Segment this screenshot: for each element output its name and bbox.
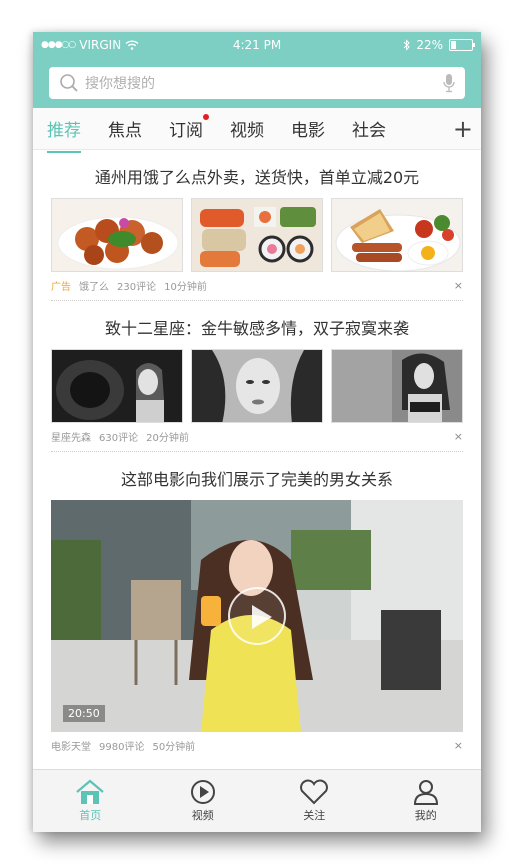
article-source: 电影天堂	[51, 742, 91, 753]
category-tabs: 推荐 焦点 订阅 视频 电影 社会 +	[33, 108, 481, 153]
user-icon	[413, 780, 438, 805]
close-icon[interactable]: ×	[454, 430, 463, 443]
comment-count: 230评论	[117, 282, 157, 293]
nav-profile[interactable]: 我的	[412, 779, 440, 823]
tab-subscribe[interactable]: 订阅	[169, 110, 209, 147]
close-icon[interactable]: ×	[454, 279, 463, 292]
phone-screen: ●●●○○ VIRGIN 4:21 PM 22% 搜你想搜的 推荐 焦点 订阅 …	[33, 32, 481, 832]
comment-count: 9980评论	[99, 742, 145, 753]
tab-movie[interactable]: 电影	[291, 110, 325, 147]
video-duration: 20:50	[63, 705, 105, 722]
article-title[interactable]: 这部电影向我们展示了完美的男女关系	[51, 452, 463, 500]
search-icon	[60, 74, 78, 92]
add-tab-button[interactable]: +	[453, 117, 473, 141]
portrait-image[interactable]	[51, 349, 183, 423]
status-bar: ●●●○○ VIRGIN 4:21 PM 22%	[33, 32, 481, 58]
tab-video[interactable]: 视频	[230, 110, 264, 147]
portrait-image[interactable]	[191, 349, 323, 423]
status-time: 4:21 PM	[232, 38, 282, 52]
article-title[interactable]: 通州用饿了么点外卖，送货快，首单立减20元	[51, 150, 463, 198]
portrait-image[interactable]	[331, 349, 463, 423]
battery-icon	[449, 39, 475, 51]
bottom-navigation: 首页 视频 关注 我的	[33, 769, 481, 832]
nav-follow[interactable]: 关注	[299, 779, 329, 823]
tab-recommend[interactable]: 推荐	[47, 110, 81, 153]
search-placeholder: 搜你想搜的	[85, 76, 155, 92]
notification-dot	[203, 114, 209, 120]
tab-focus[interactable]: 焦点	[108, 110, 142, 147]
publish-time: 10分钟前	[164, 282, 207, 293]
ad-badge: 广告	[51, 282, 71, 293]
bluetooth-icon	[403, 39, 411, 51]
publish-time: 50分钟前	[152, 742, 196, 753]
article-title[interactable]: 致十二星座：金牛敏感多情，双子寂寞来袭	[51, 301, 463, 349]
nav-home[interactable]: 首页	[74, 779, 106, 823]
news-item[interactable]: 致十二星座：金牛敏感多情，双子寂寞来袭 星座先森 630评论 20分钟前 ×	[33, 301, 481, 452]
article-source: 星座先森	[51, 433, 91, 444]
search-header: 搜你想搜的	[33, 58, 481, 108]
publish-time: 20分钟前	[146, 433, 189, 444]
nav-video[interactable]: 视频	[189, 779, 217, 823]
news-item[interactable]: 通州用饿了么点外卖，送货快，首单立减20元 广告 饿了么 230评论 10分钟前…	[33, 150, 481, 301]
signal-icon: ●●●○○	[41, 40, 76, 50]
play-button[interactable]	[228, 587, 286, 645]
battery-percent: 22%	[416, 38, 443, 52]
article-meta: 广告 饿了么 230评论 10分钟前 ×	[51, 272, 463, 301]
home-icon	[76, 779, 104, 804]
food-image[interactable]	[331, 198, 463, 272]
heart-icon	[300, 779, 329, 805]
comment-count: 630评论	[99, 433, 139, 444]
video-item[interactable]: 这部电影向我们展示了完美的男女关系 20:50 电影天堂 9980评论 50分钟…	[33, 452, 481, 760]
article-meta: 电影天堂 9980评论 50分钟前 ×	[51, 732, 463, 760]
article-meta: 星座先森 630评论 20分钟前 ×	[51, 423, 463, 452]
search-input[interactable]: 搜你想搜的	[49, 67, 465, 99]
microphone-icon[interactable]	[443, 73, 455, 93]
close-icon[interactable]: ×	[454, 739, 463, 752]
tab-society[interactable]: 社会	[352, 110, 386, 147]
article-source: 饿了么	[79, 282, 109, 293]
food-image[interactable]	[191, 198, 323, 272]
battery-fill	[451, 41, 456, 49]
wifi-icon	[125, 40, 139, 50]
carrier-label: VIRGIN	[79, 38, 122, 52]
food-image[interactable]	[51, 198, 183, 272]
video-thumbnail[interactable]: 20:50	[51, 500, 463, 732]
play-circle-icon	[190, 780, 215, 804]
